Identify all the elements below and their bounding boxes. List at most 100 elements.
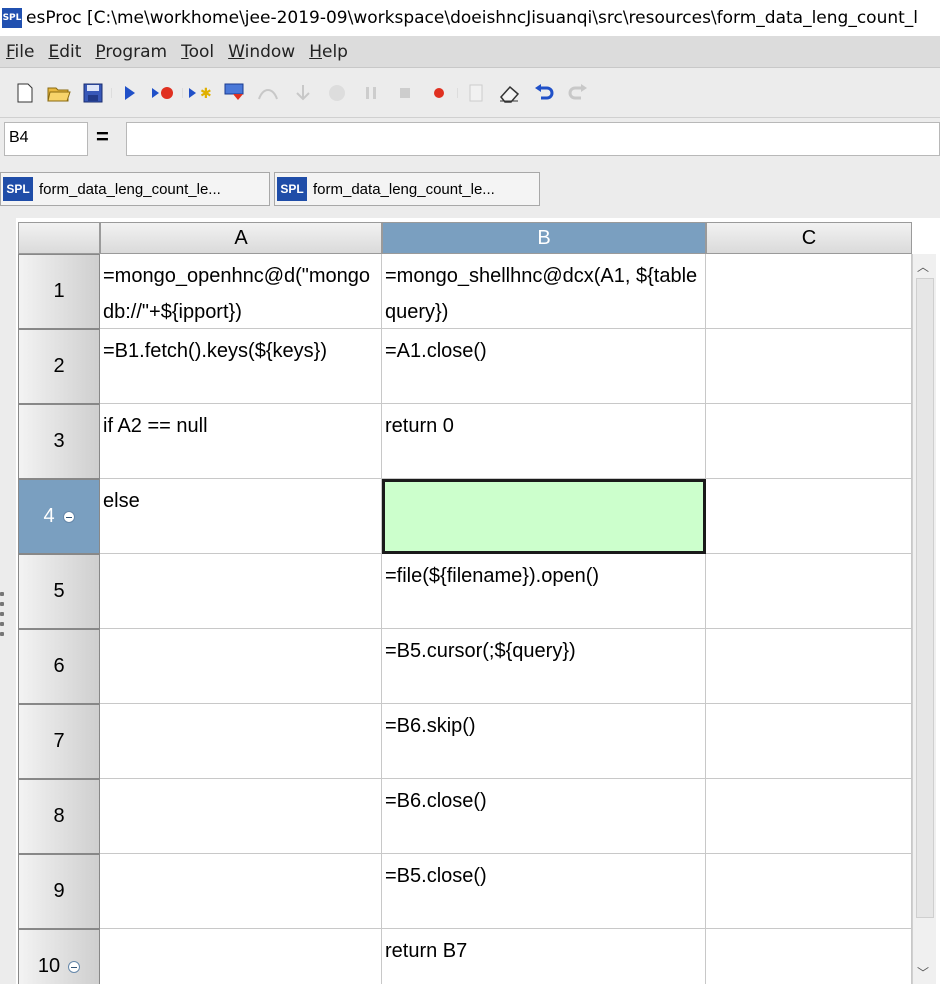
cell-b7[interactable]: =B6.skip() bbox=[382, 704, 706, 779]
scroll-up-icon[interactable]: ︿ bbox=[917, 258, 929, 275]
row-number: 1 bbox=[53, 280, 65, 302]
row-header-5[interactable]: 5 bbox=[18, 554, 100, 629]
cell-c5[interactable] bbox=[706, 554, 912, 629]
toolbar-separator bbox=[111, 87, 112, 98]
cell-a3[interactable]: if A2 == null bbox=[100, 404, 382, 479]
cell-b2[interactable]: =A1.close() bbox=[382, 329, 706, 404]
cell-c7[interactable] bbox=[706, 704, 912, 779]
collapse-icon[interactable] bbox=[62, 510, 75, 523]
cell-c8[interactable] bbox=[706, 779, 912, 854]
row-header-2[interactable]: 2 bbox=[18, 329, 100, 404]
cell-c3[interactable] bbox=[706, 404, 912, 479]
cell-reference-field[interactable]: B4 bbox=[4, 122, 88, 156]
column-header-c[interactable]: C bbox=[706, 222, 912, 254]
scrollbar-thumb[interactable] bbox=[916, 278, 934, 918]
cell-c6[interactable] bbox=[706, 629, 912, 704]
stop-square-icon[interactable] bbox=[388, 78, 422, 108]
cell-b3[interactable]: return 0 bbox=[382, 404, 706, 479]
cell-a6[interactable] bbox=[100, 629, 382, 704]
cell-a10[interactable] bbox=[100, 929, 382, 984]
clear-icon[interactable] bbox=[459, 78, 493, 108]
cell-a2[interactable]: =B1.fetch().keys(${keys}) bbox=[100, 329, 382, 404]
row-header-9[interactable]: 9 bbox=[18, 854, 100, 929]
row-number: 3 bbox=[53, 430, 65, 452]
menu-file[interactable]: File bbox=[0, 42, 42, 62]
cell-b9[interactable]: =B5.close() bbox=[382, 854, 706, 929]
cell-c2[interactable] bbox=[706, 329, 912, 404]
cell-c9[interactable] bbox=[706, 854, 912, 929]
spl-file-icon: SPL bbox=[277, 177, 307, 201]
row-header-8[interactable]: 8 bbox=[18, 779, 100, 854]
cell-a9[interactable] bbox=[100, 854, 382, 929]
window-title: esProc [C:\me\workhome\jee-2019-09\works… bbox=[26, 8, 919, 28]
undo-icon[interactable] bbox=[527, 78, 561, 108]
eraser-icon[interactable] bbox=[493, 78, 527, 108]
cell-b8[interactable]: =B6.close() bbox=[382, 779, 706, 854]
cell-a4[interactable]: else bbox=[100, 479, 382, 554]
tab-label: form_data_leng_count_le... bbox=[39, 180, 221, 198]
title-bar: SPL esProc [C:\me\workhome\jee-2019-09\w… bbox=[0, 0, 940, 36]
menu-bar: File Edit Program Tool Window Help bbox=[0, 36, 940, 68]
grid-corner[interactable] bbox=[18, 222, 100, 254]
row-number: 4 bbox=[43, 505, 55, 527]
document-tab-bar: SPL form_data_leng_count_le... SPL form_… bbox=[0, 162, 940, 218]
tab-label: form_data_leng_count_le... bbox=[313, 180, 495, 198]
redo-icon[interactable] bbox=[561, 78, 595, 108]
menu-help[interactable]: Help bbox=[303, 42, 356, 62]
row-number: 10 bbox=[37, 955, 61, 977]
step-into-icon[interactable] bbox=[286, 78, 320, 108]
formula-input[interactable] bbox=[126, 122, 940, 156]
formula-bar: B4 = bbox=[0, 118, 940, 162]
row-number: 7 bbox=[53, 730, 65, 752]
row-header-10[interactable]: 10 bbox=[18, 929, 100, 984]
row-header-7[interactable]: 7 bbox=[18, 704, 100, 779]
svg-text:✱: ✱ bbox=[200, 85, 212, 101]
row-header-1[interactable]: 1 bbox=[18, 254, 100, 329]
cell-c10[interactable] bbox=[706, 929, 912, 984]
document-tab-2[interactable]: SPL form_data_leng_count_le... bbox=[274, 172, 540, 206]
row-number: 6 bbox=[53, 655, 65, 677]
cell-c1[interactable] bbox=[706, 254, 912, 329]
pause-icon[interactable] bbox=[354, 78, 388, 108]
cell-b5[interactable]: =file(${filename}).open() bbox=[382, 554, 706, 629]
row-header-6[interactable]: 6 bbox=[18, 629, 100, 704]
toolbar: ✱ bbox=[0, 68, 940, 118]
row-header-3[interactable]: 3 bbox=[18, 404, 100, 479]
cell-a7[interactable] bbox=[100, 704, 382, 779]
menu-window[interactable]: Window bbox=[222, 42, 303, 62]
cell-c4[interactable] bbox=[706, 479, 912, 554]
equals-label: = bbox=[96, 124, 109, 149]
app-logo-icon: SPL bbox=[2, 8, 22, 28]
row-number: 2 bbox=[53, 355, 65, 377]
run-to-cursor-icon[interactable] bbox=[218, 78, 252, 108]
cell-b10[interactable]: return B7 bbox=[382, 929, 706, 984]
stop-icon[interactable] bbox=[320, 78, 354, 108]
run-icon[interactable] bbox=[113, 78, 147, 108]
document-tab-1[interactable]: SPL form_data_leng_count_le... bbox=[0, 172, 270, 206]
save-icon[interactable] bbox=[76, 78, 110, 108]
debug-icon[interactable] bbox=[147, 78, 181, 108]
cell-a8[interactable] bbox=[100, 779, 382, 854]
cell-a1[interactable]: =mongo_openhnc@d("mongodb://"+${ipport}) bbox=[100, 254, 382, 329]
breakpoint-icon[interactable] bbox=[422, 78, 456, 108]
left-splitter[interactable] bbox=[0, 218, 16, 984]
row-header-4[interactable]: 4 bbox=[18, 479, 100, 554]
menu-tool[interactable]: Tool bbox=[175, 42, 222, 62]
menu-edit[interactable]: Edit bbox=[42, 42, 89, 62]
menu-program[interactable]: Program bbox=[89, 42, 175, 62]
toolbar-separator bbox=[182, 87, 183, 98]
vertical-scrollbar[interactable]: ︿ ﹀ bbox=[912, 254, 936, 984]
collapse-icon[interactable] bbox=[68, 960, 81, 973]
step-over-icon[interactable] bbox=[252, 78, 286, 108]
column-header-b[interactable]: B bbox=[382, 222, 706, 254]
cell-b6[interactable]: =B5.cursor(;${query}) bbox=[382, 629, 706, 704]
new-file-icon[interactable] bbox=[8, 78, 42, 108]
cell-b4[interactable] bbox=[382, 479, 706, 554]
spl-file-icon: SPL bbox=[3, 177, 33, 201]
cell-a5[interactable] bbox=[100, 554, 382, 629]
step-icon[interactable]: ✱ bbox=[184, 78, 218, 108]
scroll-down-icon[interactable]: ﹀ bbox=[917, 964, 929, 981]
open-folder-icon[interactable] bbox=[42, 78, 76, 108]
column-header-a[interactable]: A bbox=[100, 222, 382, 254]
cell-b1[interactable]: =mongo_shellhnc@dcx(A1, ${tablequery}) bbox=[382, 254, 706, 329]
